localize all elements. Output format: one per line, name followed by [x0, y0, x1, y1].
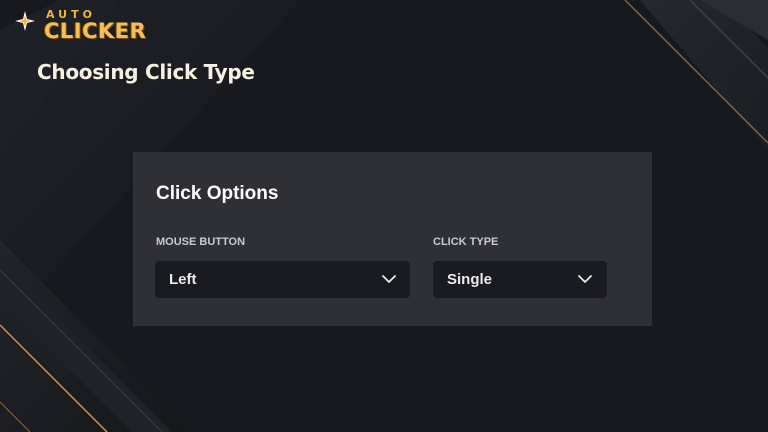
mouse-button-label: MOUSE BUTTON [156, 236, 246, 248]
click-type-value: Single [447, 271, 493, 288]
click-type-label: CLICK TYPE [433, 236, 499, 248]
panel-title: Click Options [156, 183, 279, 204]
logo-main-text: CLICKER [44, 19, 147, 43]
app-logo: AUTO CLICKER [14, 6, 164, 43]
click-options-panel: Click Options MOUSE BUTTON Left CLICK TY… [133, 152, 652, 326]
page-title: Choosing Click Type [37, 60, 255, 84]
mouse-button-value: Left [169, 271, 197, 288]
click-type-select[interactable]: Single [433, 261, 607, 298]
chevron-down-icon [382, 275, 396, 283]
chevron-down-icon [578, 275, 592, 283]
mouse-button-select[interactable]: Left [155, 261, 410, 298]
sparkle-star-icon [15, 11, 35, 31]
